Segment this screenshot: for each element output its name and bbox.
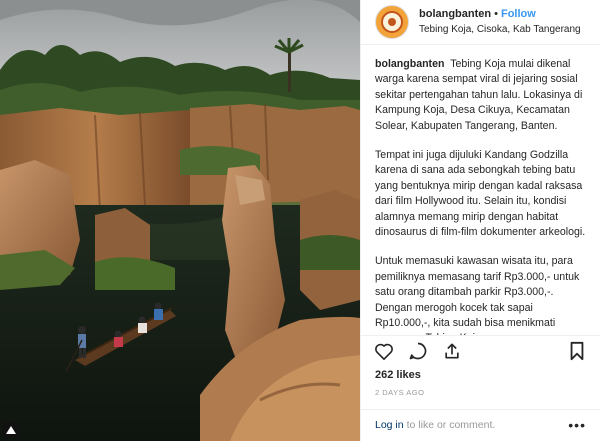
caption-username-link[interactable]: bolangbanten [375,58,444,70]
comment-icon[interactable] [407,340,429,362]
caption-paragraph-3: Untuk memasuki kawasan wisata itu, para … [375,255,580,335]
share-icon[interactable] [441,340,463,362]
login-prompt: to like or comment. [406,419,496,432]
instagram-post: bolangbanten • Follow Tebing Koja, Cisoka,… [0,0,600,441]
caption: bolangbanten Tebing Koja mulai dikenal w… [361,45,600,335]
instagram-icon [3,422,19,438]
location-link[interactable]: Tebing Koja, Cisoka, Kab Tangerang [419,22,581,37]
heart-icon[interactable] [373,340,395,362]
more-options-icon[interactable]: ••• [568,417,586,433]
likes-count[interactable]: 262 likes [361,365,600,384]
post-timestamp[interactable]: 2 DAYS AGO [361,384,600,401]
header-text: bolangbanten • Follow Tebing Koja, Cisoka,… [419,7,581,37]
separator-dot: • [494,7,498,20]
post-photo[interactable] [0,0,360,441]
caption-paragraph-2: Tempat ini juga dijuluki Kandang Godzill… [375,148,586,238]
username-link[interactable]: bolangbanten [419,8,491,20]
avatar[interactable] [375,4,409,39]
action-bar [361,335,600,365]
follow-button[interactable]: Follow [501,8,536,20]
caption-paragraph-1: bolangbanten Tebing Koja mulai dikenal w… [375,57,586,134]
header-top-line: bolangbanten • Follow [419,7,581,22]
avatar-logo-icon [381,10,403,33]
cliff-lake-photo [0,0,360,441]
login-link[interactable]: Log in [375,419,404,431]
post-header: bolangbanten • Follow Tebing Koja, Cisoka,… [361,0,600,45]
post-sidebar: bolangbanten • Follow Tebing Koja, Cisoka,… [360,0,600,441]
login-bar: Log in to like or comment. ••• [361,408,600,441]
bookmark-icon[interactable] [566,340,588,362]
